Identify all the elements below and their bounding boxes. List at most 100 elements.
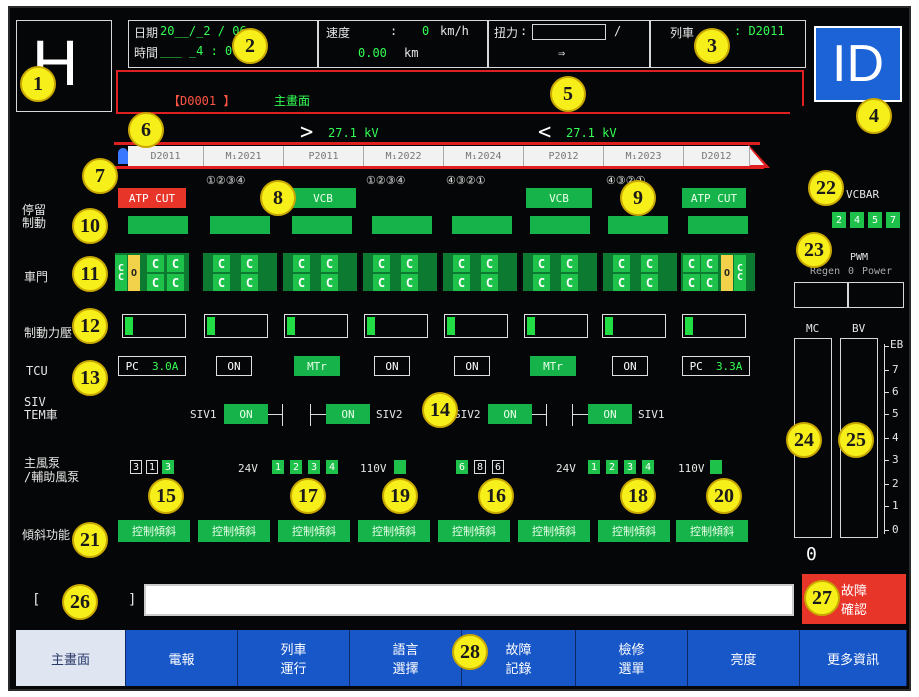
- car-label: M₁2023: [604, 146, 684, 166]
- callout-marker: 13: [72, 360, 108, 396]
- tcu-status: ON: [612, 356, 648, 376]
- bv-label: BV: [852, 322, 866, 335]
- siv-on-indicator: ON: [326, 404, 370, 424]
- door-label: 車門: [24, 270, 49, 284]
- pantograph-numbers: ①②③④: [206, 174, 246, 187]
- voltage-110v-left: 110V: [360, 462, 387, 475]
- tilt-control-button[interactable]: 控制傾斜: [438, 520, 510, 542]
- stop-brake-indicator: [688, 216, 748, 234]
- brake-pressure-bar: [524, 314, 588, 338]
- door-status-car5: CC CC: [442, 252, 518, 292]
- callout-marker: 6: [128, 112, 164, 148]
- door-status-car1: CC O C C C C: [114, 252, 190, 292]
- callout-marker: 11: [72, 256, 108, 292]
- stop-brake-indicator: [210, 216, 270, 234]
- message-bracket-close: ]: [128, 592, 137, 608]
- nav-main-screen[interactable]: 主畫面: [16, 630, 126, 686]
- tcu-label: TCU: [26, 364, 48, 378]
- nav-telegram[interactable]: 電報: [126, 630, 238, 686]
- car-label: P2011: [284, 146, 364, 166]
- date-label: 日期: [134, 26, 159, 40]
- voltage-right: 27.1 kV: [566, 126, 617, 140]
- stop-brake-indicator: [452, 216, 512, 234]
- brake-pressure-bar: [284, 314, 348, 338]
- stop-brake-label: 停留 制動: [22, 203, 47, 230]
- callout-marker: 7: [82, 158, 118, 194]
- siv-on-indicator: ON: [488, 404, 532, 424]
- brake-pressure-bar: [602, 314, 666, 338]
- mc-label: MC: [806, 322, 820, 335]
- tcu-pc-car8: PC 3.3A: [682, 356, 750, 376]
- distance-unit: km: [404, 46, 419, 60]
- tcu-pc-car1: PC 3.0A: [118, 356, 186, 376]
- siv-label: SIV TEM車: [24, 395, 58, 422]
- nav-more-info[interactable]: 更多資訊: [800, 630, 907, 686]
- vcb-left-indicator: VCB: [290, 188, 356, 208]
- siv-on-indicator: ON: [224, 404, 268, 424]
- callout-marker: 19: [382, 478, 418, 514]
- power-label: Power: [862, 266, 893, 277]
- door-status-car7: CC CC: [602, 252, 678, 292]
- speed-label: 速度: [326, 26, 351, 40]
- callout-marker: 4: [856, 98, 892, 134]
- siv-on-indicator: ON: [588, 404, 632, 424]
- vcb-right-indicator: VCB: [526, 188, 592, 208]
- callout-marker: 9: [620, 180, 656, 216]
- tilt-control-button[interactable]: 控制傾斜: [518, 520, 590, 542]
- nav-brightness[interactable]: 亮度: [688, 630, 800, 686]
- callout-marker: 16: [478, 478, 514, 514]
- driver-icon: [118, 148, 128, 164]
- tcu-status: ON: [454, 356, 490, 376]
- door-open-indicator: O: [721, 255, 733, 291]
- mc-value: 0: [806, 544, 817, 565]
- message-text-box: [144, 584, 794, 616]
- tilt-control-button[interactable]: 控制傾斜: [278, 520, 350, 542]
- tms-screen: H 日期 20__/_2 / 06 時間 ___ _4 : 09 速度 : 0 …: [8, 6, 911, 691]
- brake-pressure-bar: [682, 314, 746, 338]
- stop-brake-indicator: [292, 216, 352, 234]
- torque-separator: /: [614, 24, 622, 38]
- id-logo: ID: [814, 26, 902, 102]
- tilt-control-button[interactable]: 控制傾斜: [598, 520, 670, 542]
- train-number: : D2011: [734, 24, 785, 38]
- atp-cut-left-indicator: ATP CUT: [118, 188, 186, 208]
- callout-marker: 1: [20, 66, 56, 102]
- siv2-left-label: SIV2: [376, 408, 403, 421]
- callout-marker: 2: [232, 28, 268, 64]
- door-status-car8: CC CC O CC: [680, 252, 756, 292]
- stop-brake-indicator: [530, 216, 590, 234]
- vcbar-label: VCBAR: [846, 188, 880, 201]
- stop-brake-indicator: [128, 216, 188, 234]
- tilt-control-button[interactable]: 控制傾斜: [358, 520, 430, 542]
- stop-brake-indicator: [372, 216, 432, 234]
- tilt-control-button[interactable]: 控制傾斜: [118, 520, 190, 542]
- time-label: 時間: [134, 46, 159, 60]
- tilt-control-button[interactable]: 控制傾斜: [198, 520, 270, 542]
- door-status-car4: CC CC: [362, 252, 438, 292]
- tilt-control-button[interactable]: 控制傾斜: [676, 520, 748, 542]
- nav-maintenance[interactable]: 檢修 選單: [576, 630, 688, 686]
- pwm-label: PWM: [850, 252, 869, 263]
- stop-brake-indicator: [608, 216, 668, 234]
- nav-train-operation[interactable]: 列車 運行: [238, 630, 350, 686]
- nav-language[interactable]: 語言 選擇: [350, 630, 462, 686]
- pwm-regen-meter: [794, 282, 848, 308]
- train-label: 列車: [670, 26, 695, 40]
- brake-pressure-label: 制動力壓: [24, 326, 73, 340]
- direction-arrow: ⇒: [558, 46, 566, 60]
- eb-label: EB: [890, 338, 904, 351]
- page-title: 主畫面: [274, 94, 311, 108]
- callout-marker: 14: [422, 392, 458, 428]
- pwm-zero-label: 0: [848, 266, 855, 277]
- voltage-24v-left: 24V: [238, 462, 258, 475]
- message-bracket-open: [: [32, 592, 41, 608]
- door-open-indicator: O: [128, 255, 140, 291]
- callout-marker: 20: [706, 478, 742, 514]
- time-value: ___ _4 : 09: [160, 44, 240, 58]
- callout-marker: 25: [838, 422, 874, 458]
- callout-marker: 24: [786, 422, 822, 458]
- callout-marker: 18: [620, 478, 656, 514]
- brake-pressure-bar: [204, 314, 268, 338]
- door-status-car2: CC CC: [202, 252, 278, 292]
- speed-unit: km/h: [440, 24, 469, 38]
